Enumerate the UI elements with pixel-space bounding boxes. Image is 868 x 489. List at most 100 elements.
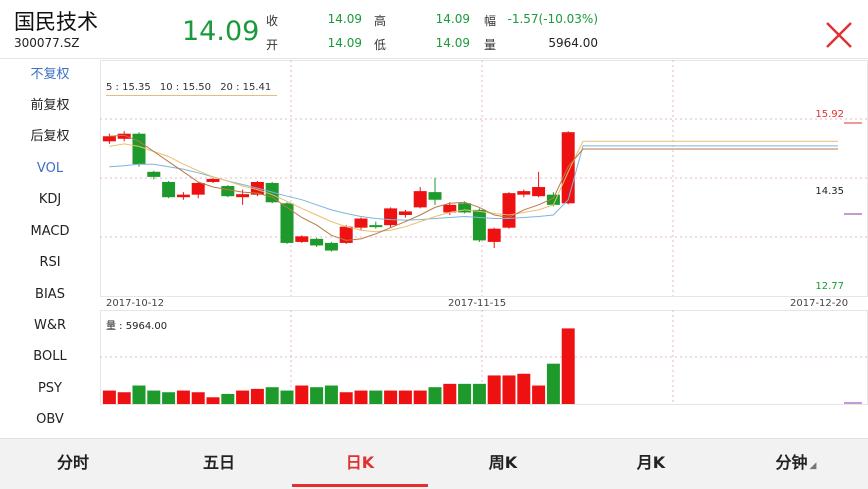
candle-body xyxy=(221,186,235,197)
volume-bar xyxy=(265,387,279,404)
candle-body xyxy=(369,225,383,228)
close-value: 14.09 xyxy=(327,12,362,26)
volume-bar xyxy=(206,397,220,404)
ma20-value: 20 : 15.41 xyxy=(220,82,272,93)
candle-body xyxy=(517,191,531,195)
tab-minute-label: 分钟 xyxy=(775,453,808,472)
volume-bar xyxy=(221,393,235,404)
volume-bar xyxy=(310,387,324,404)
candle-body xyxy=(487,228,501,242)
volume-bar xyxy=(369,390,383,404)
candle-body xyxy=(502,193,516,228)
sidebar-item-no-adjust[interactable]: 不复权 xyxy=(0,60,100,90)
volume-label: 量 xyxy=(484,38,497,52)
candle-body xyxy=(532,187,546,197)
volume-bar xyxy=(487,375,501,404)
candle-body xyxy=(384,208,398,226)
candle-body xyxy=(102,136,116,142)
sidebar-item-macd[interactable]: MACD xyxy=(0,217,100,247)
ma20-line xyxy=(109,145,838,221)
candle-body xyxy=(413,191,427,208)
ma10-value: 10 : 15.50 xyxy=(159,82,211,93)
tab-intraday[interactable]: 分时 xyxy=(0,439,146,487)
sidebar-item-vol[interactable]: VOL xyxy=(0,154,100,184)
date-mid-label: 2017-11-15 xyxy=(448,298,507,309)
volume-bar xyxy=(147,390,161,404)
volume-bar xyxy=(354,390,368,404)
volume-bar xyxy=(413,390,427,404)
open-value: 14.09 xyxy=(327,36,362,50)
volume-bar xyxy=(324,385,338,404)
volume-bar xyxy=(280,390,294,404)
volume-bar xyxy=(532,385,546,404)
indicator-sidebar: 不复权 前复权 后复权 VOL KDJ MACD RSI BIAS W&R BO… xyxy=(0,60,100,436)
sidebar-item-forward-adjust[interactable]: 前复权 xyxy=(0,91,100,121)
volume-bar xyxy=(561,328,575,404)
candle-body xyxy=(324,242,338,251)
volume-bar xyxy=(176,390,190,404)
date-end-label: 2017-12-20 xyxy=(790,298,849,309)
sidebar-item-kdj[interactable]: KDJ xyxy=(0,185,100,215)
volume-bar xyxy=(295,385,309,404)
change-value: -1.57(-10.03%) xyxy=(507,12,599,26)
low-label: 低 xyxy=(374,38,387,52)
sidebar-item-backward-adjust[interactable]: 后复权 xyxy=(0,122,100,152)
tab-monthly-k[interactable]: 月K xyxy=(578,439,724,487)
header-divider xyxy=(0,58,868,59)
volume-value: 5964.00 xyxy=(548,36,598,50)
current-price: 14.09 xyxy=(182,16,260,47)
dropdown-caret-icon: ◢ xyxy=(809,461,817,471)
high-value: 14.09 xyxy=(435,12,470,26)
price-mid-label: 14.35 xyxy=(815,186,844,197)
candle-body xyxy=(295,236,309,242)
volume-bar xyxy=(546,363,560,404)
ma-legend: 5 : 15.35 10 : 15.50 20 : 15.41 xyxy=(106,82,278,96)
ma5-value: 5 : 15.35 xyxy=(106,82,151,93)
volume-bar xyxy=(472,383,486,404)
volume-bar xyxy=(502,375,516,404)
candle-body xyxy=(428,192,442,200)
sidebar-item-rsi[interactable]: RSI xyxy=(0,248,100,278)
stock-code: 300077.SZ xyxy=(14,36,80,50)
volume-bar xyxy=(236,390,250,404)
price-max-label: 15.92 xyxy=(815,109,844,120)
candle-body xyxy=(117,133,131,139)
volume-bar xyxy=(458,383,472,404)
volume-bar xyxy=(517,373,531,404)
open-label: 开 xyxy=(266,38,279,52)
sidebar-item-bias[interactable]: BIAS xyxy=(0,280,100,310)
change-label: 幅 xyxy=(484,14,497,28)
sidebar-item-wr[interactable]: W&R xyxy=(0,311,100,341)
volume-bar xyxy=(384,390,398,404)
close-label: 收 xyxy=(266,14,279,28)
volume-bar xyxy=(102,390,116,404)
volume-bar xyxy=(162,392,176,404)
kline-chart[interactable] xyxy=(100,60,868,440)
volume-bar xyxy=(428,387,442,404)
sidebar-item-psy[interactable]: PSY xyxy=(0,374,100,404)
tab-daily-k[interactable]: 日K xyxy=(292,439,428,487)
close-button[interactable] xyxy=(824,20,854,50)
date-start-label: 2017-10-12 xyxy=(106,298,165,309)
period-tab-bar: 分时 五日 日K 周K 月K 分钟 ◢ xyxy=(0,438,868,489)
sidebar-item-obv[interactable]: OBV xyxy=(0,405,100,435)
tab-five-day[interactable]: 五日 xyxy=(146,439,292,487)
candle-body xyxy=(398,211,412,215)
candle-body xyxy=(206,178,220,182)
quote-header: 国民技术 300077.SZ 14.09 收 14.09 高 14.09 幅 -… xyxy=(0,0,868,58)
close-icon xyxy=(826,22,852,48)
stock-name: 国民技术 xyxy=(14,10,98,34)
candle-body xyxy=(162,181,176,198)
sidebar-item-boll[interactable]: BOLL xyxy=(0,342,100,372)
volume-indicator-label: 量 : 5964.00 xyxy=(106,321,168,332)
volume-bar xyxy=(191,392,205,404)
volume-bar xyxy=(443,383,457,404)
candle-body xyxy=(280,203,294,243)
high-label: 高 xyxy=(374,14,387,28)
tab-minute[interactable]: 分钟 ◢ xyxy=(724,439,868,487)
active-tab-underline xyxy=(292,484,428,487)
volume-bar xyxy=(132,385,146,404)
kline-chart-area[interactable]: 5 : 15.35 10 : 15.50 20 : 15.41 15.92 14… xyxy=(100,60,868,440)
candle-body xyxy=(310,238,324,246)
tab-weekly-k[interactable]: 周K xyxy=(428,439,578,487)
